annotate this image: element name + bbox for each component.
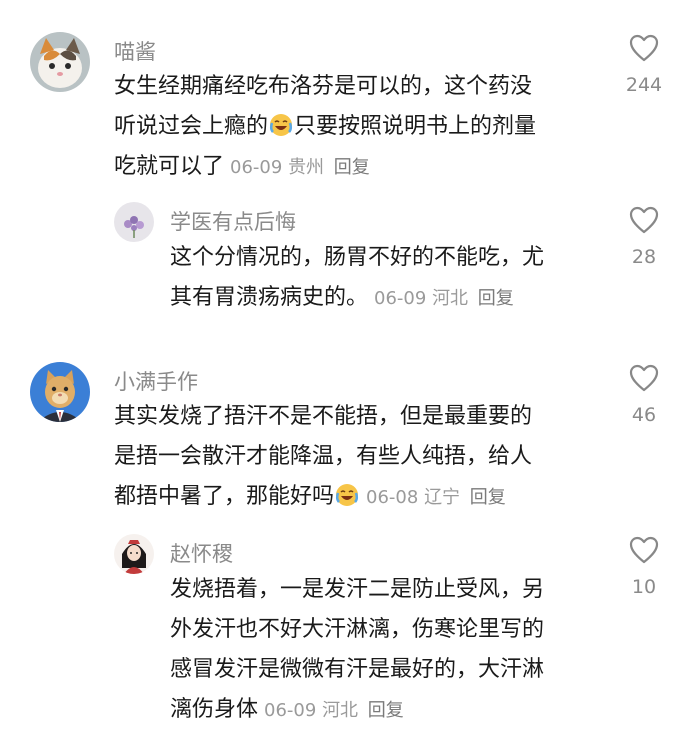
comment-line: 听说过会上瘾的 只要按照说明书上的剂量 bbox=[114, 107, 536, 147]
like-button[interactable]: 28 bbox=[614, 206, 674, 268]
comment-date: 06-09 bbox=[374, 288, 427, 309]
comment-line-segment: 只要按照说明书上的剂量 bbox=[294, 114, 537, 139]
like-button[interactable]: 10 bbox=[614, 536, 674, 598]
comment-date: 06-09 bbox=[230, 157, 283, 178]
comment-line-segment: 吃就可以了 bbox=[114, 154, 225, 179]
comment-line-segment: 听说过会上瘾的 bbox=[114, 114, 269, 139]
comment-text: 发烧捂着，一是发汗二是防止受风，另 外发汗也不好大汗淋漓，伤寒论里写的 感冒发汗… bbox=[170, 570, 544, 731]
comment-line-segment: 漓伤身体 bbox=[170, 697, 259, 722]
username[interactable]: 小满手作 bbox=[114, 366, 198, 396]
reply-button[interactable]: 回复 bbox=[368, 700, 404, 721]
comment-date: 06-09 bbox=[264, 700, 317, 721]
username[interactable]: 学医有点后悔 bbox=[170, 206, 296, 236]
comment-text: 女生经期痛经吃布洛芬是可以的，这个药没 听说过会上瘾的 只要按照说明书上的剂量 吃… bbox=[114, 67, 536, 188]
comment-line: 是捂一会散汗才能降温，有些人纯捂，给人 bbox=[114, 444, 533, 469]
comment-meta: 06-09 河北 回复 bbox=[374, 288, 514, 309]
comment-line-segment: 都捂中暑了，那能好吗 bbox=[114, 484, 335, 509]
comment-line: 这个分情况的，肠胃不好的不能吃，尤 bbox=[170, 245, 545, 270]
heart-outline-icon bbox=[629, 206, 659, 234]
comment-meta: 06-08 辽宁 回复 bbox=[366, 487, 506, 508]
avatar[interactable] bbox=[114, 534, 154, 574]
reply-button[interactable]: 回复 bbox=[334, 157, 370, 178]
username[interactable]: 赵怀稷 bbox=[170, 538, 233, 568]
comment-line: 都捂中暑了，那能好吗 06-08 辽宁 回复 bbox=[114, 477, 532, 518]
comment-date: 06-08 bbox=[366, 487, 419, 508]
like-button[interactable]: 46 bbox=[614, 364, 674, 426]
cat-in-suit-avatar-icon bbox=[30, 362, 90, 422]
comment-line: 吃就可以了 06-09 贵州 回复 bbox=[114, 147, 536, 188]
comment-line: 发烧捂着，一是发汗二是防止受风，另 bbox=[170, 577, 545, 602]
comment-location: 辽宁 bbox=[424, 487, 461, 508]
like-count: 244 bbox=[625, 74, 663, 96]
comment-location: 贵州 bbox=[288, 157, 325, 178]
comment-line: 其实发烧了捂汗不是不能捂，但是最重要的 bbox=[114, 404, 533, 429]
comment-line: 其有胃溃疡病史的。 06-09 河北 回复 bbox=[170, 278, 544, 319]
avatar[interactable] bbox=[114, 202, 154, 242]
like-count: 28 bbox=[631, 246, 657, 268]
costume-girl-avatar-icon bbox=[114, 534, 154, 574]
flower-avatar-icon bbox=[114, 202, 154, 242]
comment-location: 河北 bbox=[432, 288, 469, 309]
comment-location: 河北 bbox=[322, 700, 359, 721]
avatar[interactable] bbox=[30, 32, 90, 92]
like-count: 10 bbox=[631, 576, 657, 598]
comment-line: 感冒发汗是微微有汗是最好的，大汗淋 bbox=[170, 657, 545, 682]
comment-line: 女生经期痛经吃布洛芬是可以的，这个药没 bbox=[114, 74, 533, 99]
heart-outline-icon bbox=[629, 536, 659, 564]
comment-text: 这个分情况的，肠胃不好的不能吃，尤 其有胃溃疡病史的。 06-09 河北 回复 bbox=[170, 238, 544, 319]
heart-outline-icon bbox=[629, 34, 659, 62]
avatar[interactable] bbox=[30, 362, 90, 422]
comment-line: 外发汗也不好大汗淋漓，伤寒论里写的 bbox=[170, 617, 545, 642]
like-button[interactable]: 244 bbox=[614, 34, 674, 96]
comment-text: 其实发烧了捂汗不是不能捂，但是最重要的 是捂一会散汗才能降温，有些人纯捂，给人 … bbox=[114, 397, 532, 518]
laugh-cry-emoji-icon bbox=[269, 114, 293, 136]
username[interactable]: 喵酱 bbox=[114, 36, 156, 66]
comment-meta: 06-09 河北 回复 bbox=[264, 700, 404, 721]
comment-line: 漓伤身体 06-09 河北 回复 bbox=[170, 690, 544, 731]
comment-meta: 06-09 贵州 回复 bbox=[230, 157, 370, 178]
cat-face-avatar-icon bbox=[30, 32, 90, 92]
laugh-cry-emoji-icon bbox=[335, 484, 359, 506]
heart-outline-icon bbox=[629, 364, 659, 392]
reply-button[interactable]: 回复 bbox=[470, 487, 506, 508]
like-count: 46 bbox=[631, 404, 657, 426]
comment-line-segment: 其有胃溃疡病史的。 bbox=[170, 285, 369, 310]
reply-button[interactable]: 回复 bbox=[478, 288, 514, 309]
